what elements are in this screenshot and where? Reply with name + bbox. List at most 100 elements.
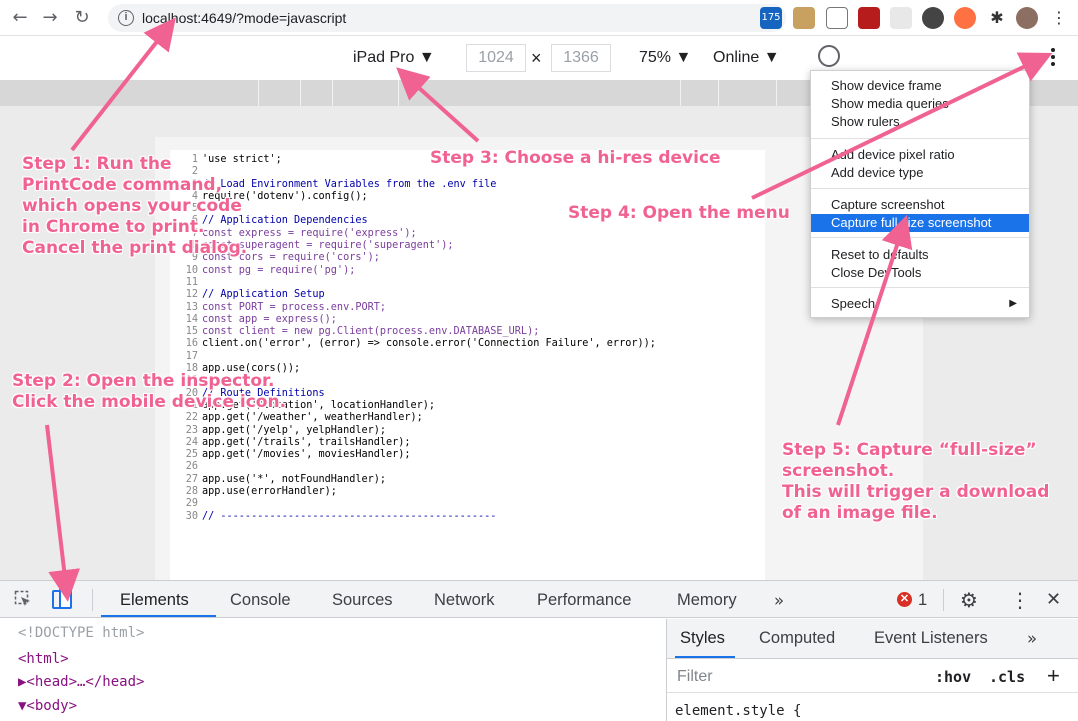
code-text: app.get('/movies', moviesHandler);	[202, 449, 411, 461]
element-style-rule[interactable]: element.style {	[675, 703, 801, 719]
tab-network[interactable]: Network	[434, 591, 495, 610]
menu-item-show-device-frame[interactable]: Show device frame	[811, 77, 1029, 95]
annotation-line: Step 2: Open the inspector.	[12, 371, 275, 391]
error-icon[interactable]: ✕	[897, 592, 912, 607]
tab-performance[interactable]: Performance	[537, 591, 631, 610]
code-line: 17	[174, 351, 656, 363]
styles-pane: Styles Computed Event Listeners » Filter…	[666, 619, 1078, 721]
inspect-element-icon[interactable]	[14, 590, 32, 608]
info-icon[interactable]: i	[118, 10, 134, 26]
annotation-line: PrintCode command,	[22, 175, 223, 195]
code-line: 11	[174, 277, 656, 289]
settings-gear-icon[interactable]: ⚙	[960, 588, 978, 612]
menu-separator	[811, 138, 1029, 139]
tab-styles[interactable]: Styles	[680, 629, 725, 648]
code-line: 15 const client = new pg.Client(process.e…	[174, 326, 656, 338]
menu-item-reset-to-defaults[interactable]: Reset to defaults	[811, 246, 1029, 264]
code-text: const client = new pg.Client(process.env…	[202, 326, 540, 338]
tab-memory[interactable]: Memory	[677, 591, 737, 610]
extension-badge-count: 175	[761, 12, 781, 23]
forward-icon[interactable]: →	[40, 8, 60, 28]
extension-icon[interactable]	[858, 7, 880, 29]
back-icon[interactable]: ←	[10, 8, 30, 28]
rotate-icon[interactable]	[818, 45, 840, 67]
annotation-line: Click the mobile device icon.	[12, 392, 287, 412]
line-number: 30	[185, 510, 198, 522]
styles-tabbar: Styles Computed Event Listeners »	[667, 619, 1078, 659]
tab-event-listeners[interactable]: Event Listeners	[874, 629, 988, 648]
error-count[interactable]: 1	[918, 591, 927, 610]
extension-icon[interactable]	[890, 7, 912, 29]
extension-badge-icon[interactable]: 175	[760, 7, 782, 29]
tab-sources[interactable]: Sources	[332, 591, 393, 610]
menu-item-show-rulers[interactable]: Show rulers	[811, 113, 1029, 131]
line-number: 10	[185, 264, 198, 276]
tab-console[interactable]: Console	[230, 591, 291, 610]
device-select[interactable]: iPad Pro ▼	[353, 49, 435, 67]
code-line: 23 app.get('/yelp', yelpHandler);	[174, 425, 656, 437]
tab-elements[interactable]: Elements	[120, 591, 189, 610]
tab-computed[interactable]: Computed	[759, 629, 835, 648]
cls-toggle[interactable]: .cls	[989, 668, 1025, 686]
styles-filter-input[interactable]: Filter :hov .cls +	[667, 663, 1078, 693]
annotation-step-3: Step 3: Choose a hi-res device	[430, 148, 721, 168]
code-text: app.get('/yelp', yelpHandler);	[202, 424, 387, 436]
elements-panel: <!DOCTYPE html> <html> ▶<head>…</head> ▼…	[0, 619, 665, 721]
menu-item-show-media-queries[interactable]: Show media queries	[811, 95, 1029, 113]
code-line: 30 // -----------------------------------…	[174, 511, 656, 523]
more-options-icon[interactable]	[1048, 46, 1058, 70]
avatar[interactable]	[1016, 7, 1038, 29]
puzzle-icon[interactable]: ✱	[986, 7, 1008, 29]
width-input[interactable]: 1024	[466, 44, 526, 72]
annotation-line: in Chrome to print.	[22, 217, 205, 237]
menu-item-capture-full-size-screenshot[interactable]: Capture full size screenshot	[811, 214, 1029, 232]
device-options-menu: Show device frame Show media queries Sho…	[810, 70, 1030, 318]
hov-toggle[interactable]: :hov	[935, 668, 971, 686]
code-line: 24 app.get('/trails', trailsHandler);	[174, 437, 656, 449]
code-text: app.use(errorHandler);	[202, 486, 337, 498]
line-number: 29	[185, 498, 198, 510]
close-icon[interactable]: ✕	[1046, 589, 1061, 610]
menu-item-add-device-pixel-ratio[interactable]: Add device pixel ratio	[811, 146, 1029, 164]
menu-item-speech[interactable]: Speech ▶	[811, 295, 1029, 313]
code-text: const app = express();	[202, 313, 337, 325]
annotation-step-2: Step 2: Open the inspector. Click the mo…	[12, 371, 286, 413]
times-symbol: ×	[531, 48, 542, 68]
annotation-step-1: Step 1: Run the PrintCode command, which…	[22, 154, 247, 259]
more-tabs-icon[interactable]: »	[774, 591, 784, 610]
active-tab-indicator	[675, 656, 735, 658]
filter-placeholder: Filter	[677, 668, 713, 685]
menu-item-close-devtools[interactable]: Close DevTools	[811, 264, 1029, 282]
extension-icon[interactable]	[793, 7, 815, 29]
dom-node-head[interactable]: ▶<head>…</head>	[18, 674, 144, 690]
browser-menu-icon[interactable]: ⋮	[1048, 7, 1070, 29]
address-bar[interactable]: i localhost:4649/?mode=javascript ☆	[108, 4, 786, 32]
line-number: 23	[185, 424, 198, 436]
dom-node-html[interactable]: <html>	[18, 651, 69, 667]
device-toggle-icon[interactable]	[52, 588, 72, 610]
new-style-rule-button[interactable]: +	[1047, 663, 1060, 689]
menu-item-add-device-type[interactable]: Add device type	[811, 164, 1029, 182]
annotation-line: of an image file.	[782, 503, 938, 523]
code-text: app.get('/trails', trailsHandler);	[202, 436, 411, 448]
menu-item-speech-label: Speech	[831, 296, 876, 311]
code-line: 14 const app = express();	[174, 314, 656, 326]
extension-icon[interactable]	[922, 7, 944, 29]
network-select[interactable]: Online ▼	[713, 49, 780, 67]
menu-item-capture-screenshot[interactable]: Capture screenshot	[811, 196, 1029, 214]
code-line: 28 app.use(errorHandler);	[174, 486, 656, 498]
reload-icon[interactable]: ↻	[72, 8, 92, 28]
dom-node-body[interactable]: ▼<body>	[18, 698, 77, 714]
dom-node-doctype[interactable]: <!DOCTYPE html>	[18, 625, 144, 641]
extension-icon[interactable]	[826, 7, 848, 29]
line-number: 12	[185, 289, 198, 301]
more-tabs-icon[interactable]: »	[1027, 629, 1037, 648]
url-text[interactable]: localhost:4649/?mode=javascript	[142, 10, 346, 26]
devtools-menu-icon[interactable]: ⋮	[1010, 588, 1030, 612]
annotation-line: Cancel the print dialog.	[22, 238, 248, 258]
height-input[interactable]: 1366	[551, 44, 611, 72]
zoom-select[interactable]: 75% ▼	[639, 49, 691, 67]
extension-icon[interactable]	[954, 7, 976, 29]
annotation-line: Step 1: Run the	[22, 154, 172, 174]
line-number: 17	[185, 350, 198, 362]
